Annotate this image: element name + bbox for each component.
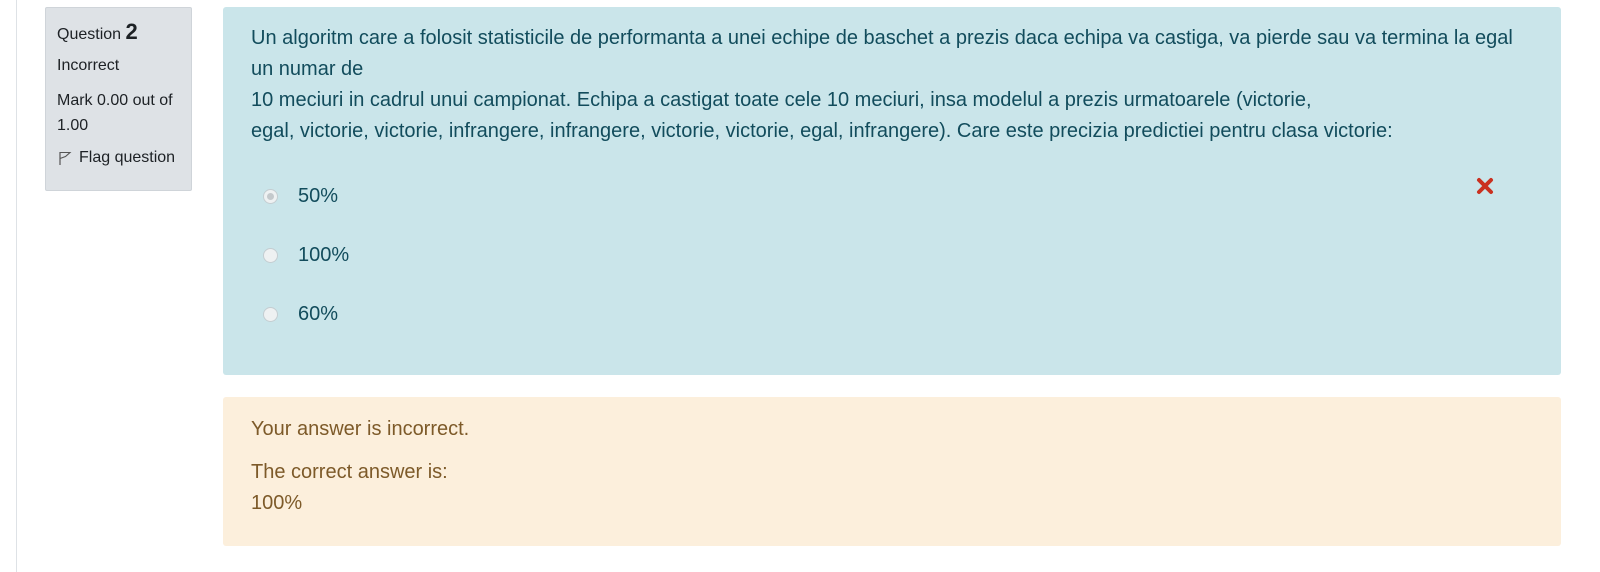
- question-info-panel: Question 2 Incorrect Mark 0.00 out of 1.…: [45, 7, 192, 191]
- answer-radio[interactable]: [263, 189, 278, 204]
- question-outcome: Your answer is incorrect. The correct an…: [223, 397, 1561, 546]
- answer-options: 50% 100% 60%: [251, 167, 1533, 344]
- answer-radio[interactable]: [263, 248, 278, 263]
- page-left-rule: [16, 0, 17, 572]
- correct-answer-value: 100%: [251, 492, 303, 514]
- question-number: Question 2: [57, 20, 180, 47]
- question-text-line: 10 meciuri in cadrul unui campionat. Ech…: [251, 89, 1312, 111]
- question-formulation: Un algoritm care a folosit statisticile …: [223, 7, 1561, 375]
- question-number-value: 2: [125, 19, 138, 44]
- correct-answer: The correct answer is: 100%: [251, 457, 1533, 519]
- question-text-line: Un algoritm care a folosit statisticile …: [251, 27, 1513, 80]
- question-grade: Mark 0.00 out of 1.00: [57, 88, 180, 138]
- question-state: Incorrect: [57, 57, 120, 74]
- correct-answer-label: The correct answer is:: [251, 461, 448, 483]
- question-text: Un algoritm care a folosit statisticile …: [251, 23, 1533, 147]
- answer-label: 50%: [298, 185, 339, 207]
- answer-option-50[interactable]: 50%: [251, 167, 1533, 226]
- answer-option-60[interactable]: 60%: [251, 285, 1533, 344]
- flag-icon: [57, 150, 73, 166]
- answer-label: 100%: [298, 244, 350, 266]
- grade-line-1: Mark 0.00 out of: [57, 92, 173, 109]
- question-text-line: egal, victorie, victorie, infrangere, in…: [251, 120, 1393, 142]
- cross-icon: [1475, 176, 1495, 196]
- grade-line-2: 1.00: [57, 117, 89, 134]
- flag-question-label: Flag question: [79, 149, 176, 166]
- question-label: Question: [57, 26, 122, 43]
- flag-question-button[interactable]: Flag question: [57, 148, 180, 168]
- answer-label: 60%: [298, 303, 339, 325]
- answer-option-100[interactable]: 100%: [251, 226, 1533, 285]
- feedback-message: Your answer is incorrect.: [251, 418, 470, 440]
- answer-radio[interactable]: [263, 307, 278, 322]
